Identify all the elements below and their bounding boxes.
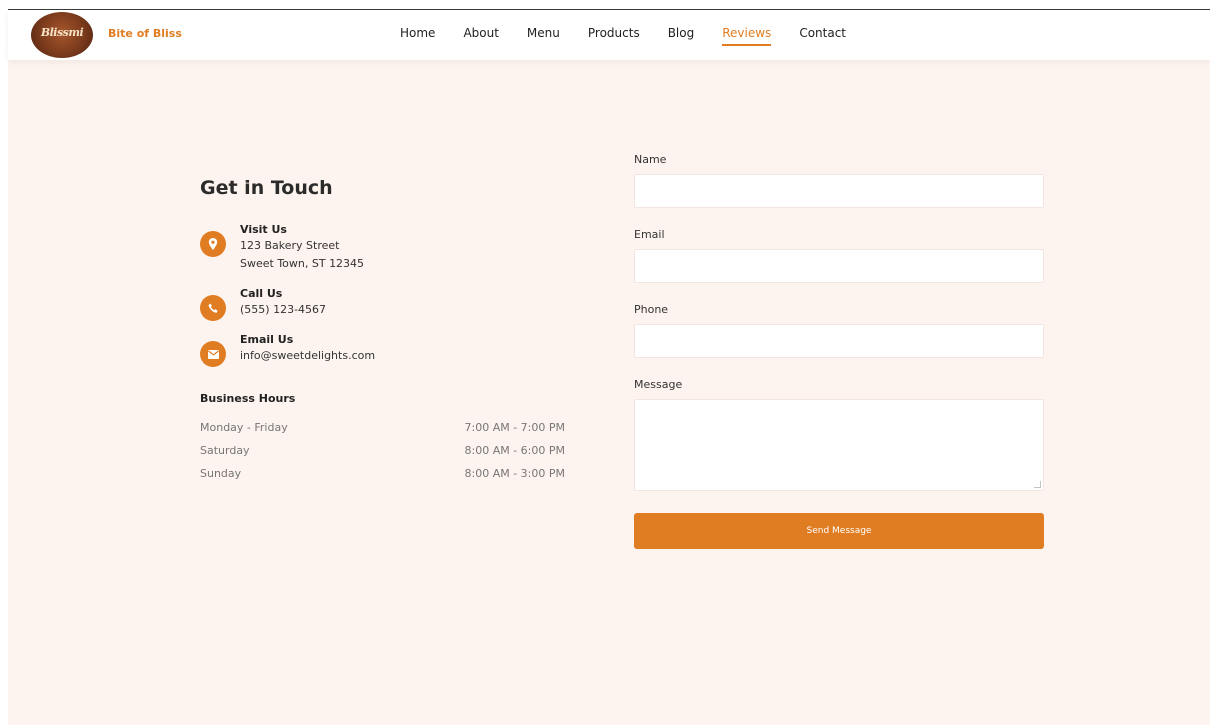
main-nav: Home About Menu Products Blog Reviews Co…	[400, 26, 874, 46]
hours-time: 8:00 AM - 3:00 PM	[464, 467, 566, 480]
business-hours-title: Business Hours	[200, 392, 296, 405]
phone-field[interactable]	[634, 324, 1044, 358]
nav-blog[interactable]: Blog	[668, 26, 695, 46]
site-header: Blissmi Bite of Bliss Home About Menu Pr…	[8, 10, 1210, 60]
resize-handle-icon[interactable]	[1034, 481, 1041, 488]
call-us-heading: Call Us	[240, 287, 283, 300]
phone-number[interactable]: (555) 123-4567	[240, 301, 326, 319]
visit-us-heading: Visit Us	[240, 223, 287, 236]
hours-day: Saturday	[200, 444, 250, 457]
nav-products[interactable]: Products	[588, 26, 640, 46]
page: Blissmi Bite of Bliss Home About Menu Pr…	[8, 9, 1210, 725]
brand-name[interactable]: Bite of Bliss	[108, 27, 182, 40]
email-us-block: Email Us info@sweetdelights.com	[200, 332, 375, 367]
logo[interactable]: Blissmi	[31, 12, 93, 58]
message-label: Message	[634, 378, 683, 391]
hours-day: Sunday	[200, 467, 242, 480]
send-message-button[interactable]: Send Message	[634, 513, 1044, 549]
call-us-block: Call Us (555) 123-4567	[200, 286, 326, 321]
visit-us-block: Visit Us 123 Bakery Street Sweet Town, S…	[200, 222, 364, 273]
message-field[interactable]	[634, 399, 1044, 491]
phone-label: Phone	[634, 303, 669, 316]
logo-text: Blissmi	[40, 26, 84, 39]
hours-day: Monday - Friday	[200, 421, 288, 434]
map-pin-icon	[200, 231, 226, 257]
nav-menu[interactable]: Menu	[527, 26, 560, 46]
hours-time: 7:00 AM - 7:00 PM	[464, 421, 566, 434]
name-field[interactable]	[634, 174, 1044, 208]
nav-reviews[interactable]: Reviews	[722, 26, 772, 46]
nav-home[interactable]: Home	[400, 26, 435, 46]
contact-title: Get in Touch	[200, 177, 333, 199]
nav-contact[interactable]: Contact	[799, 26, 846, 46]
email-label: Email	[634, 228, 665, 241]
email-address[interactable]: info@sweetdelights.com	[240, 347, 375, 365]
hours-time: 8:00 AM - 6:00 PM	[464, 444, 566, 457]
email-us-heading: Email Us	[240, 333, 294, 346]
address-line-1: 123 Bakery Street	[240, 239, 340, 252]
address-line-2: Sweet Town, ST 12345	[240, 257, 365, 270]
email-field[interactable]	[634, 249, 1044, 283]
nav-about[interactable]: About	[463, 26, 498, 46]
phone-icon	[200, 295, 226, 321]
name-label: Name	[634, 153, 667, 166]
envelope-icon	[200, 341, 226, 367]
